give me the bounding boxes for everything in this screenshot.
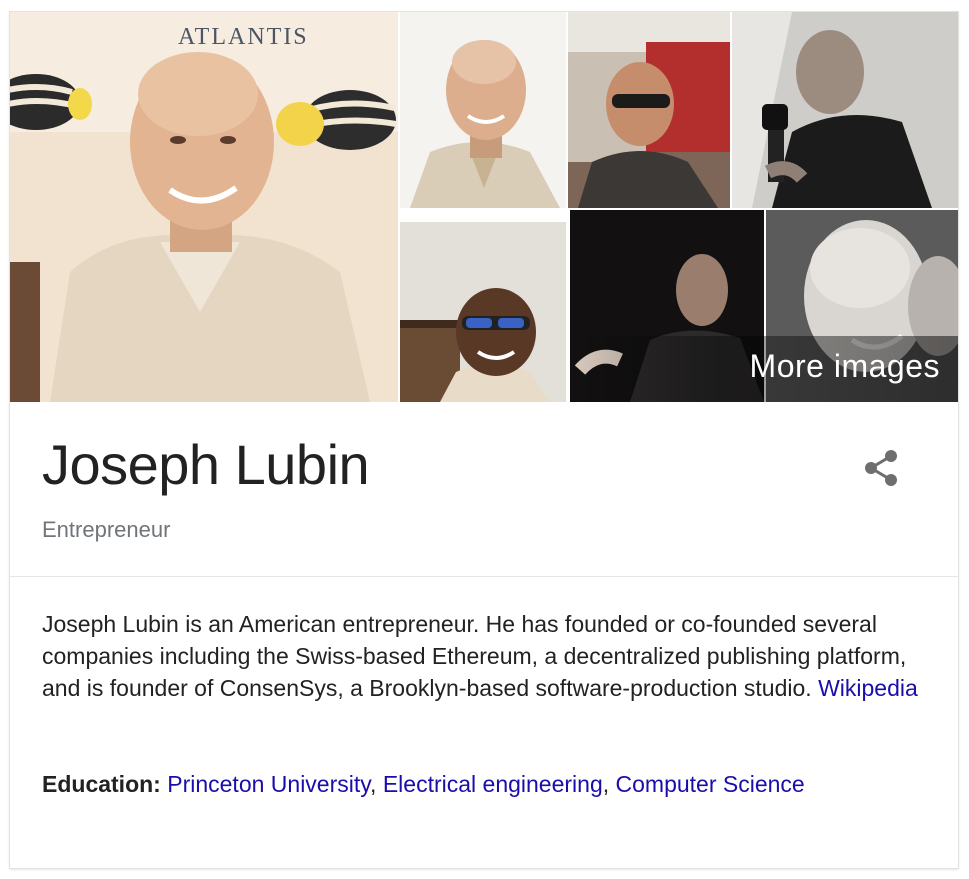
education-row: Education: Princeton University, Electri… xyxy=(42,768,922,801)
main-photo[interactable]: ATLANTIS xyxy=(10,12,398,402)
photo-thumbnail[interactable] xyxy=(568,12,730,208)
description-text: Joseph Lubin is an American entrepreneur… xyxy=(42,611,907,701)
photo-thumbnail[interactable] xyxy=(400,222,566,402)
entity-subtitle: Entrepreneur xyxy=(42,517,171,542)
separator: , xyxy=(370,771,383,797)
education-link-princeton[interactable]: Princeton University xyxy=(167,771,370,797)
photo-thumbnail[interactable] xyxy=(400,12,566,208)
image-gallery: ATLANTIS More images xyxy=(10,12,958,402)
entity-title: Joseph Lubin xyxy=(42,433,370,496)
share-icon xyxy=(865,450,897,486)
description: Joseph Lubin is an American entrepreneur… xyxy=(42,608,922,704)
atlantis-logo-text: ATLANTIS xyxy=(178,24,309,50)
more-images-button[interactable]: More images xyxy=(574,336,958,402)
photo-thumbnail[interactable] xyxy=(732,12,958,208)
wikipedia-link[interactable]: Wikipedia xyxy=(818,675,918,701)
education-link-computer-science[interactable]: Computer Science xyxy=(616,771,805,797)
knowledge-panel: ATLANTIS More images Joseph Lubin Entrep… xyxy=(10,12,958,868)
separator: , xyxy=(602,771,616,797)
education-link-electrical-engineering[interactable]: Electrical engineering xyxy=(383,771,603,797)
share-button[interactable] xyxy=(858,444,906,492)
section-divider xyxy=(10,576,958,577)
education-label: Education: xyxy=(42,771,161,797)
more-images-label: More images xyxy=(749,348,940,384)
